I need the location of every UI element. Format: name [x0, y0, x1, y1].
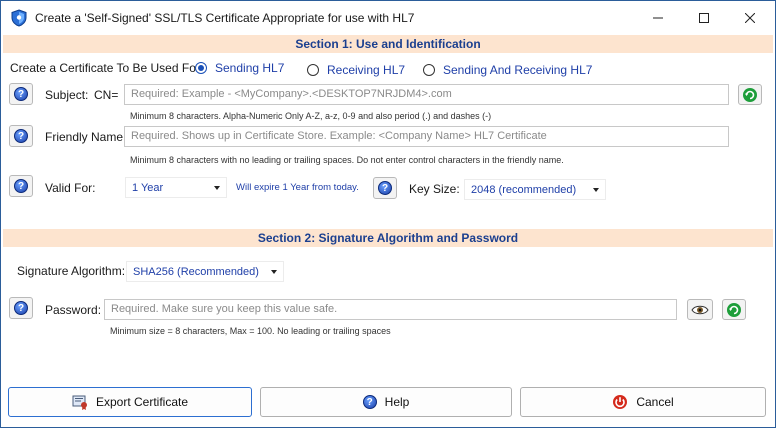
radio-selected-icon	[195, 62, 207, 74]
radio-unselected-icon	[423, 64, 435, 76]
password-label: Password:	[45, 303, 102, 317]
certificate-icon	[72, 394, 88, 410]
generate-password-button[interactable]	[722, 299, 746, 320]
close-icon	[745, 13, 755, 23]
cn-label: CN=	[94, 88, 119, 102]
password-note: Minimum size = 8 characters, Max = 100. …	[110, 326, 391, 336]
radio-label: Sending And Receiving HL7	[443, 63, 593, 77]
minimize-icon	[653, 17, 663, 19]
window-title: Create a 'Self-Signed' SSL/TLS Certifica…	[35, 11, 415, 25]
refresh-icon	[727, 302, 741, 317]
key-size-select[interactable]: 2048 (recommended)	[464, 179, 606, 200]
shield-icon	[11, 9, 27, 27]
show-password-button[interactable]	[687, 299, 713, 320]
friendly-name-placeholder: Required. Shows up in Certificate Store.…	[131, 130, 547, 142]
key-size-help-button[interactable]: ?	[373, 177, 397, 199]
refresh-icon	[743, 87, 757, 102]
password-help-button[interactable]: ?	[9, 297, 33, 319]
radio-sending-and-receiving-hl7[interactable]: Sending And Receiving HL7	[423, 63, 592, 77]
radio-sending-hl7[interactable]: Sending HL7	[195, 61, 284, 75]
export-certificate-button[interactable]: Export Certificate	[8, 387, 252, 417]
export-certificate-label: Export Certificate	[95, 395, 189, 409]
subject-label: Subject:	[45, 88, 89, 102]
question-icon: ?	[14, 301, 28, 315]
radio-unselected-icon	[307, 64, 319, 76]
subject-placeholder: Required: Example - <MyCompany>.<DESKTOP…	[131, 88, 452, 100]
friendly-name-label: Friendly Name:	[45, 130, 127, 144]
use-for-label: Create a Certificate To Be Used For:	[10, 61, 204, 75]
subject-help-button[interactable]: ?	[9, 83, 33, 105]
minimize-button[interactable]	[635, 1, 681, 35]
question-icon: ?	[14, 87, 28, 101]
chevron-down-icon	[214, 186, 220, 190]
friendly-name-note: Minimum 8 characters with no leading or …	[130, 155, 564, 165]
section1-header: Section 1: Use and Identification	[3, 35, 773, 53]
chevron-down-icon	[271, 270, 277, 274]
subject-refresh-button[interactable]	[738, 84, 762, 105]
valid-for-help-button[interactable]: ?	[9, 175, 33, 197]
password-input[interactable]: Required. Make sure you keep this value …	[104, 299, 677, 320]
dialog-window: Create a 'Self-Signed' SSL/TLS Certifica…	[0, 0, 776, 428]
signature-algorithm-label: Signature Algorithm:	[17, 264, 126, 278]
key-size-label: Key Size:	[409, 182, 460, 196]
valid-for-select[interactable]: 1 Year	[125, 177, 227, 198]
valid-for-value: 1 Year	[132, 182, 164, 194]
subject-input[interactable]: Required: Example - <MyCompany>.<DESKTOP…	[124, 84, 729, 105]
question-icon: ?	[378, 181, 392, 195]
question-icon: ?	[362, 395, 377, 409]
radio-label: Sending HL7	[215, 61, 285, 75]
maximize-button[interactable]	[681, 1, 727, 35]
section2-header: Section 2: Signature Algorithm and Passw…	[3, 229, 773, 247]
maximize-icon	[699, 13, 709, 23]
chevron-down-icon	[593, 188, 599, 192]
radio-receiving-hl7[interactable]: Receiving HL7	[307, 63, 405, 77]
cancel-label: Cancel	[636, 395, 674, 409]
friendly-name-help-button[interactable]: ?	[9, 125, 33, 147]
question-icon: ?	[14, 129, 28, 143]
friendly-name-input[interactable]: Required. Shows up in Certificate Store.…	[124, 126, 729, 147]
signature-algorithm-value: SHA256 (Recommended)	[133, 266, 259, 278]
question-icon: ?	[14, 179, 28, 193]
cancel-button[interactable]: Cancel	[520, 387, 766, 417]
help-button[interactable]: ? Help	[260, 387, 512, 417]
title-bar: Create a 'Self-Signed' SSL/TLS Certifica…	[1, 1, 775, 35]
eye-icon	[691, 305, 709, 314]
power-icon	[612, 394, 628, 410]
expire-note: Will expire 1 Year from today.	[236, 182, 359, 193]
close-button[interactable]	[727, 1, 773, 35]
help-label: Help	[384, 395, 410, 409]
password-placeholder: Required. Make sure you keep this value …	[111, 303, 338, 315]
signature-algorithm-select[interactable]: SHA256 (Recommended)	[126, 261, 284, 282]
subject-note: Minimum 8 characters. Alpha-Numeric Only…	[130, 111, 492, 121]
valid-for-label: Valid For:	[45, 181, 96, 195]
radio-label: Receiving HL7	[327, 63, 406, 77]
key-size-value: 2048 (recommended)	[471, 184, 577, 196]
